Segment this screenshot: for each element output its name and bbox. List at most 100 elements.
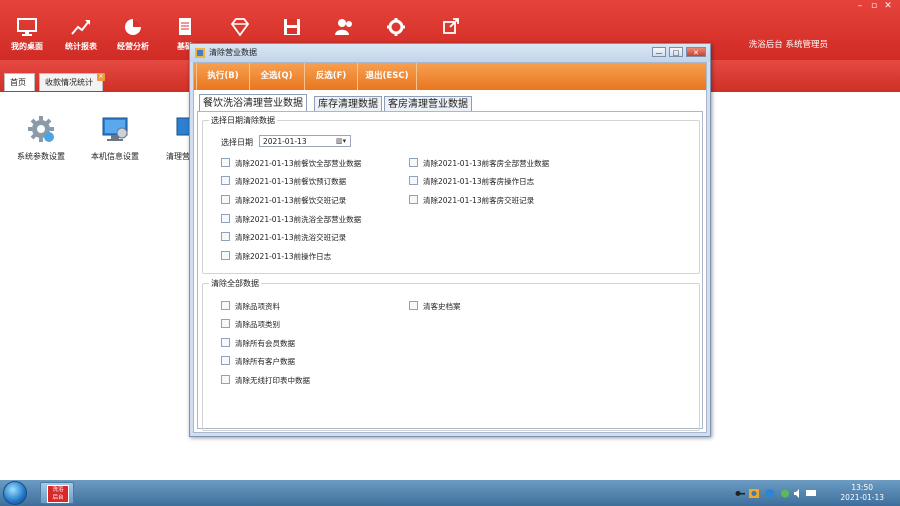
date-label: 选择日期 bbox=[221, 138, 253, 147]
computer-settings-icon bbox=[102, 117, 128, 141]
close-window-button[interactable]: ✕ bbox=[882, 2, 894, 11]
checkbox-label: 清除2021-01-13前洗浴全部营业数据 bbox=[235, 215, 362, 224]
date-picker[interactable]: 2021-01-13 ▥▾ bbox=[259, 135, 351, 147]
checkbox-members[interactable]: 清除所有会员数据 bbox=[221, 338, 295, 349]
tab-dining-bath-cleanup[interactable]: 餐饮洗浴清理营业数据 bbox=[199, 94, 307, 111]
checkbox-dining-booking[interactable]: 清除2021-01-13前餐饮预订数据 bbox=[221, 176, 346, 187]
checkbox-box[interactable] bbox=[409, 158, 418, 167]
checkbox-label: 清除无线打印表中数据 bbox=[235, 376, 310, 385]
dialog-close-button[interactable]: ✕ bbox=[686, 47, 706, 57]
checkbox-box[interactable] bbox=[221, 356, 230, 365]
invert-selection-button[interactable]: 反选(F) bbox=[305, 63, 358, 90]
tab-panel: 选择日期清除数据 选择日期 2021-01-13 ▥▾ 清除2021-01-13… bbox=[197, 111, 703, 431]
system-tray: 13:50 2021-01-13 bbox=[730, 480, 900, 506]
dialog-minimize-button[interactable]: — bbox=[652, 47, 666, 57]
display-icon[interactable] bbox=[806, 489, 816, 498]
checkbox-operation-log[interactable]: 清除2021-01-13前操作日志 bbox=[221, 251, 331, 262]
toolbar-analysis-button[interactable]: 经营分析 bbox=[106, 0, 160, 60]
checkbox-label: 清除2021-01-13前洗浴交班记录 bbox=[235, 233, 347, 242]
monitor-icon bbox=[17, 18, 37, 36]
checkbox-box[interactable] bbox=[221, 338, 230, 347]
start-button[interactable] bbox=[3, 481, 27, 505]
checkbox-box[interactable] bbox=[221, 214, 230, 223]
app-icon bbox=[195, 48, 205, 58]
checkbox-box[interactable] bbox=[221, 301, 230, 310]
tab-label: 首页 bbox=[10, 78, 26, 87]
key-icon[interactable] bbox=[735, 489, 745, 498]
toolbar-item-label: 我的桌面 bbox=[11, 42, 43, 51]
close-icon[interactable]: ✕ bbox=[97, 73, 105, 81]
checkbox-box[interactable] bbox=[221, 176, 230, 185]
checkbox-room-log[interactable]: 清除2021-01-13前客房操作日志 bbox=[409, 176, 534, 187]
checkbox-label: 清除2021-01-13前餐饮全部营业数据 bbox=[235, 159, 362, 168]
security-icon[interactable] bbox=[749, 489, 759, 498]
exit-button[interactable]: 退出(ESC) bbox=[358, 63, 417, 90]
desktop-item-system-params[interactable]: 系统参数设置 bbox=[6, 114, 76, 162]
checkbox-box[interactable] bbox=[221, 319, 230, 328]
checkbox-label: 清除2021-01-13前餐饮交班记录 bbox=[235, 196, 347, 205]
dialog-maximize-button[interactable]: □ bbox=[669, 47, 683, 57]
clock[interactable]: 13:50 2021-01-13 bbox=[840, 483, 884, 503]
select-all-button[interactable]: 全选(Q) bbox=[249, 63, 305, 90]
taskbar-app-button[interactable]: 洗浴 后台 bbox=[40, 482, 74, 504]
checkbox-label: 清除品项类别 bbox=[235, 320, 280, 329]
checkbox-item-categories[interactable]: 清除品项类别 bbox=[221, 319, 280, 330]
clock-time: 13:50 bbox=[851, 483, 874, 492]
tab-home[interactable]: 首页 bbox=[4, 73, 35, 91]
checkbox-bath-all[interactable]: 清除2021-01-13前洗浴全部营业数据 bbox=[221, 214, 361, 225]
dialog-body: 执行(B) 全选(Q) 反选(F) 退出(ESC) 餐饮洗浴清理营业数据 库存清… bbox=[193, 62, 707, 433]
tab-room-cleanup[interactable]: 客房清理营业数据 bbox=[384, 96, 472, 111]
checkbox-box[interactable] bbox=[409, 176, 418, 185]
checkbox-dining-all[interactable]: 清除2021-01-13前餐饮全部营业数据 bbox=[221, 158, 361, 169]
group-title: 选择日期清除数据 bbox=[209, 115, 277, 126]
checkbox-label: 清除所有会员数据 bbox=[235, 339, 295, 348]
dialog-title-bar[interactable]: 清除营业数据 — □ ✕ bbox=[190, 44, 710, 62]
current-user-label: 洗浴后台 系统管理员 bbox=[748, 40, 828, 50]
checkbox-box[interactable] bbox=[221, 232, 230, 241]
tab-inventory-cleanup[interactable]: 库存清理数据 bbox=[314, 96, 382, 111]
checkbox-box[interactable] bbox=[221, 195, 230, 204]
action-bar: 执行(B) 全选(Q) 反选(F) 退出(ESC) bbox=[194, 63, 706, 90]
user-icon bbox=[335, 19, 352, 35]
checkbox-box[interactable] bbox=[409, 195, 418, 204]
checkbox-room-all[interactable]: 清除2021-01-13前客房全部营业数据 bbox=[409, 158, 549, 169]
tab-collection-stats[interactable]: 收款情况统计 ✕ bbox=[39, 73, 105, 91]
toolbar-reports-button[interactable]: 统计报表 bbox=[54, 0, 108, 60]
checkbox-label: 清除2021-01-13前客房操作日志 bbox=[423, 177, 535, 186]
checkbox-room-shift[interactable]: 清除2021-01-13前客房交班记录 bbox=[409, 195, 534, 206]
toolbar-my-desktop-button[interactable]: 我的桌面 bbox=[0, 0, 54, 60]
network-icon[interactable] bbox=[780, 489, 790, 498]
maximize-window-button[interactable]: ▫ bbox=[868, 2, 880, 11]
desktop-item-label: 系统参数设置 bbox=[17, 152, 65, 161]
checkbox-box[interactable] bbox=[409, 301, 418, 310]
date-value: 2021-01-13 bbox=[263, 137, 307, 146]
diamond-icon bbox=[230, 18, 250, 37]
checkbox-box[interactable] bbox=[221, 375, 230, 384]
dialog-title: 清除营业数据 bbox=[209, 48, 257, 57]
all-clear-group: 清除全部数据 清除品项资料 清除品项类别 清除所有会员数据 清除所有客户数据 清… bbox=[202, 278, 700, 431]
settings-gear-icon bbox=[28, 116, 54, 142]
calendar-icon[interactable]: ▥▾ bbox=[336, 137, 348, 146]
save-icon bbox=[284, 19, 300, 35]
checkbox-wireless-print[interactable]: 清除无线打印表中数据 bbox=[221, 375, 310, 386]
pie-chart-icon bbox=[125, 19, 141, 35]
group-title: 清除全部数据 bbox=[209, 278, 261, 289]
desktop-item-local-info[interactable]: 本机信息设置 bbox=[80, 114, 150, 162]
checkbox-box[interactable] bbox=[221, 251, 230, 260]
checkbox-guest-history[interactable]: 清客史档案 bbox=[409, 301, 461, 312]
app-logo-icon: 洗浴 后台 bbox=[47, 485, 69, 503]
minimize-window-button[interactable]: – bbox=[854, 2, 866, 11]
clock-date: 2021-01-13 bbox=[840, 493, 884, 502]
execute-button[interactable]: 执行(B) bbox=[196, 63, 250, 90]
checkbox-customers[interactable]: 清除所有客户数据 bbox=[221, 356, 295, 367]
checkbox-label: 清除2021-01-13前操作日志 bbox=[235, 252, 332, 261]
checkbox-bath-shift[interactable]: 清除2021-01-13前洗浴交班记录 bbox=[221, 232, 346, 243]
checkbox-dining-shift[interactable]: 清除2021-01-13前餐饮交班记录 bbox=[221, 195, 346, 206]
checkbox-label: 清除2021-01-13前客房全部营业数据 bbox=[423, 159, 550, 168]
checkbox-items[interactable]: 清除品项资料 bbox=[221, 301, 280, 312]
shield-icon[interactable] bbox=[765, 489, 775, 498]
speaker-icon[interactable] bbox=[793, 489, 803, 498]
checkbox-box[interactable] bbox=[221, 158, 230, 167]
desktop-item-cleanup[interactable]: 清理营 bbox=[146, 114, 202, 162]
gear-icon bbox=[387, 18, 405, 36]
